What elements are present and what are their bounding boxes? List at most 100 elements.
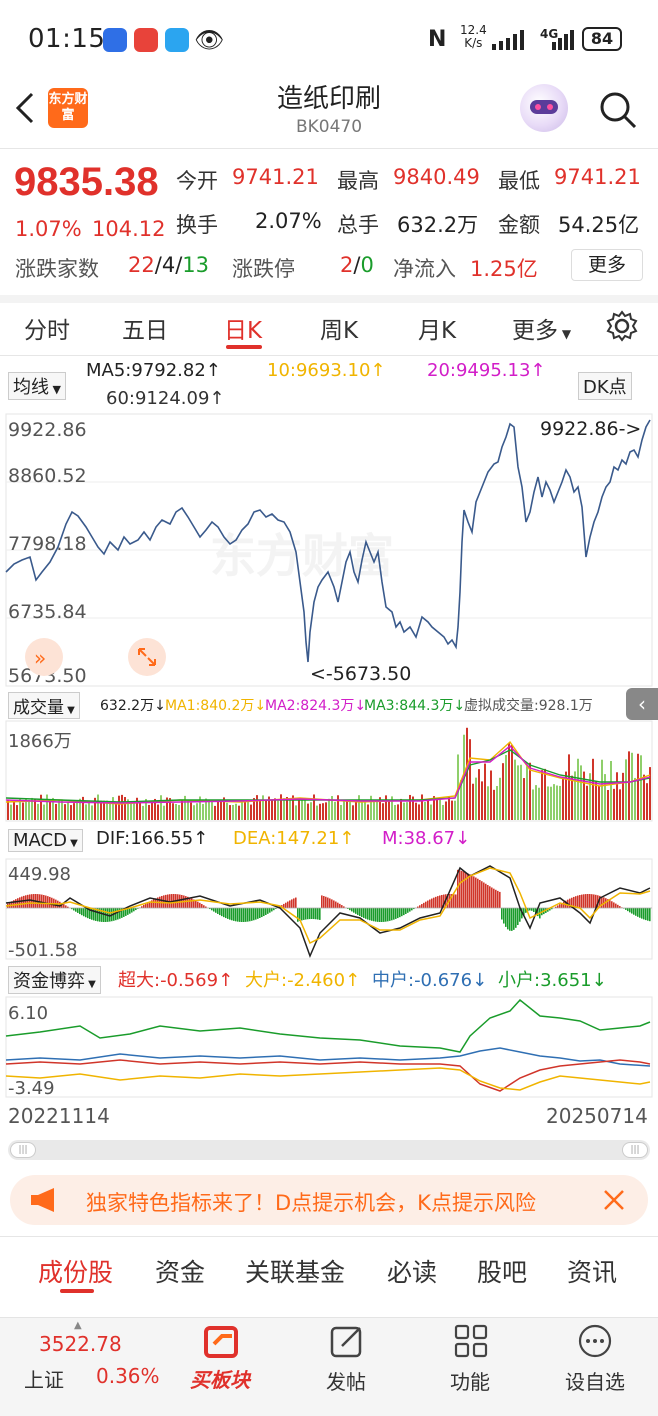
tab-daily-k[interactable]: 日K (224, 311, 262, 345)
macd-bar (393, 908, 395, 920)
clock: 01:15 (28, 24, 106, 54)
netflow-value: 1.25亿 (470, 257, 538, 281)
volume-bar (538, 787, 540, 820)
tab-funds-flow[interactable]: 资金 (155, 1253, 205, 1289)
robot-icon[interactable] (520, 84, 568, 132)
volume-bar (28, 800, 30, 820)
grid-icon[interactable] (454, 1324, 488, 1358)
volume-bar (46, 794, 48, 820)
scroll-handle-right[interactable]: ||| (622, 1142, 648, 1158)
post-label[interactable]: 发帖 (326, 1366, 366, 1395)
battery-icon: 84 (582, 27, 622, 51)
index-name[interactable]: 上证 (24, 1364, 64, 1393)
volume-selector[interactable]: 成交量 ▼ (8, 692, 80, 719)
macd-bar (229, 908, 231, 920)
low-value: 9741.21 (554, 165, 641, 189)
buy-sector-icon[interactable] (202, 1324, 244, 1362)
volume-bar (289, 799, 291, 820)
macd-bar (145, 903, 147, 908)
dk-button[interactable]: DK点 (578, 372, 632, 400)
kline-chart[interactable]: 东方财富 9922.86 8860.52 7798.18 6735.84 567… (0, 412, 658, 688)
macd-bar (617, 904, 619, 908)
macd-bar (505, 908, 507, 927)
search-icon[interactable] (598, 90, 638, 130)
volume-bar (328, 798, 330, 820)
chart-scrollbar[interactable]: ||| ||| (8, 1140, 650, 1160)
volume-bar (88, 800, 90, 820)
volume-bar (601, 759, 603, 820)
volume-chart[interactable]: 1866万 (0, 720, 658, 822)
netflow-label: 净流入 (393, 257, 456, 281)
macd-bar (371, 908, 373, 921)
volume-bar (319, 803, 321, 820)
macd-bar (317, 908, 319, 920)
macd-bar (409, 908, 411, 912)
volume-bar (70, 805, 72, 820)
tab-must-read[interactable]: 必读 (387, 1253, 437, 1289)
volume-bar (358, 795, 360, 820)
macd-chart[interactable]: 449.98 -501.58 (0, 858, 658, 960)
fullscreen-button[interactable] (128, 638, 166, 676)
tab-constituents[interactable]: 成份股 (38, 1253, 113, 1289)
macd-bar (639, 908, 641, 918)
volume-bar (511, 744, 513, 820)
volume-value: 632.2万 (397, 213, 479, 237)
fund-chart[interactable]: 6.10 -3.49 (0, 996, 658, 1098)
volume-bar (22, 802, 24, 820)
function-label[interactable]: 功能 (450, 1366, 490, 1395)
macd-bar (213, 908, 215, 912)
collapse-panel-button[interactable]: ‹ (626, 688, 658, 720)
close-icon[interactable] (602, 1188, 626, 1212)
scroll-handle-left[interactable]: ||| (10, 1142, 36, 1158)
volume-bar (142, 805, 144, 820)
volume-bar (112, 797, 114, 820)
volume-bar (577, 758, 579, 820)
tab-forum[interactable]: 股吧 (477, 1253, 527, 1289)
volume-bar (208, 801, 210, 820)
volume-bar (502, 763, 504, 820)
macd-bar (511, 908, 513, 931)
macd-bar (291, 899, 293, 908)
volume-bar (40, 794, 42, 820)
macd-selector[interactable]: MACD ▼ (8, 829, 83, 852)
tab-five-day[interactable]: 五日 (122, 311, 168, 345)
macd-dea: DEA:147.21↑ (233, 828, 355, 849)
volume-bar (91, 805, 93, 820)
tab-related-funds[interactable]: 关联基金 (245, 1253, 345, 1289)
macd-bar (427, 900, 429, 908)
more-button[interactable]: 更多 (571, 249, 643, 281)
index-change[interactable]: 0.36% (96, 1364, 160, 1388)
tab-monthly-k[interactable]: 月K (418, 311, 456, 345)
tab-intraday[interactable]: 分时 (24, 311, 70, 345)
tab-more[interactable]: 更多 ▼ (512, 311, 571, 345)
macd-bar (251, 908, 253, 921)
volume-bar (337, 795, 339, 820)
add-watchlist-label[interactable]: 设自选 (565, 1366, 625, 1395)
volume-bar (454, 800, 456, 820)
macd-bar (117, 908, 119, 920)
volume-bar (73, 803, 75, 820)
banner-text[interactable]: 独家特色指标来了！D点提示机会，K点提示风险 (86, 1187, 586, 1217)
volume-bar (523, 778, 525, 820)
index-value[interactable]: 3522.78 (39, 1332, 122, 1356)
edit-icon[interactable] (330, 1324, 366, 1358)
macd-bar (351, 908, 353, 912)
macd-bar (265, 908, 267, 915)
volume-bar (553, 784, 555, 820)
tab-news[interactable]: 资讯 (567, 1253, 617, 1289)
fund-super: 超大:-0.569↑ (118, 970, 234, 991)
buy-sector-label[interactable]: 买板块 (190, 1364, 250, 1393)
more-dots-icon[interactable] (578, 1324, 612, 1358)
macd-bar (423, 902, 425, 908)
macd-bar (407, 908, 409, 913)
gear-icon[interactable] (606, 310, 638, 342)
caret-up-icon: ▲ (74, 1320, 82, 1331)
fund-selector[interactable]: 资金博弈 ▼ (8, 966, 101, 994)
fund-mid: 中户:-0.676↓ (372, 970, 488, 991)
ma-selector[interactable]: 均线 ▼ (8, 372, 66, 400)
volume-bar (283, 798, 285, 820)
macd-bar (81, 908, 83, 916)
macd-bar (199, 902, 201, 908)
volume-ma2: MA2:824.3万↓ (265, 698, 367, 714)
tab-weekly-k[interactable]: 周K (320, 311, 358, 345)
